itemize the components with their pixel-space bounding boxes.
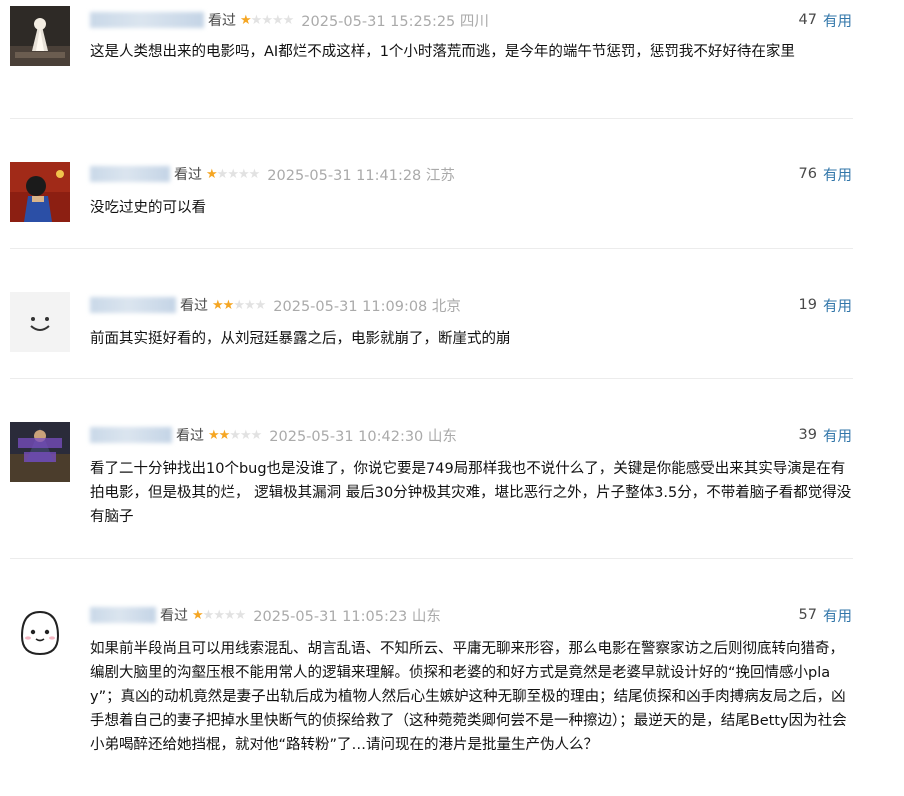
comment-time: 2025-05-31 10:42:30 山东 (269, 428, 457, 445)
comment-meta: 看过 ★ ★ ★ ★ ★ 2025-05-31 11:09:08 北京 (90, 293, 461, 317)
user-name[interactable] (90, 12, 204, 28)
vote-count: 19 (798, 297, 817, 313)
star-icon: ★ (239, 427, 252, 443)
comment-time: 2025-05-31 11:09:08 北京 (273, 298, 461, 315)
comment-meta: 看过 ★ ★ ★ ★ ★ 2025-05-31 15:25:25 四川 (90, 8, 489, 32)
star-icon: ★ (240, 12, 252, 28)
star-icon: ★ (218, 427, 231, 443)
comment-text: 前面其实挺好看的，从刘冠廷暴露之后，电影就崩了，断崖式的崩 (90, 331, 511, 347)
star-icon: ★ (202, 607, 215, 623)
rating-stars: ★ ★ ★ ★ ★ (206, 166, 261, 182)
avatar[interactable] (10, 162, 70, 222)
vote-area: 76 有用 (799, 162, 852, 186)
star-icon: ★ (212, 297, 224, 313)
vote-area: 47 有用 (799, 8, 852, 32)
star-icon: ★ (234, 607, 247, 623)
user-name[interactable] (90, 427, 172, 443)
avatar[interactable] (10, 6, 70, 66)
vote-count: 39 (798, 427, 817, 443)
vote-count: 47 (798, 12, 817, 28)
divider (10, 558, 853, 559)
star-icon: ★ (233, 297, 245, 313)
rating-stars: ★ ★ ★ ★ ★ (212, 297, 267, 313)
comment-meta: 看过 ★ ★ ★ ★ ★ 2025-05-31 11:05:23 山东 (90, 603, 441, 627)
star-icon: ★ (192, 607, 204, 623)
useful-button[interactable]: 有用 (823, 425, 852, 446)
star-icon: ★ (216, 166, 229, 182)
vote-count: 76 (798, 166, 817, 182)
comment-meta: 看过 ★ ★ ★ ★ ★ 2025-05-31 10:42:30 山东 (90, 423, 457, 447)
rating-stars: ★ ★ ★ ★ ★ (240, 12, 295, 28)
star-icon: ★ (282, 12, 295, 28)
comment-text: 看了二十分钟找出10个bug也是没谁了，你说它要是749局那样我也不说什么了，关… (90, 461, 852, 525)
star-icon: ★ (243, 297, 256, 313)
useful-button[interactable]: 有用 (823, 605, 852, 626)
divider (10, 248, 853, 249)
star-icon: ★ (206, 166, 218, 182)
avatar[interactable] (10, 602, 70, 662)
useful-button[interactable]: 有用 (823, 10, 852, 31)
star-icon: ★ (250, 427, 263, 443)
watch-status: 看过 (180, 298, 208, 314)
useful-button[interactable]: 有用 (823, 295, 852, 316)
star-icon: ★ (223, 607, 236, 623)
star-icon: ★ (208, 427, 220, 443)
star-icon: ★ (227, 166, 239, 182)
comment-time: 2025-05-31 15:25:25 四川 (301, 13, 489, 30)
comment-text: 没吃过史的可以看 (90, 200, 206, 216)
comment-time: 2025-05-31 11:41:28 江苏 (267, 167, 455, 184)
comment-text: 如果前半段尚且可以用线索混乱、胡言乱语、不知所云、平庸无聊来形容，那么电影在警察… (90, 641, 847, 753)
useful-button[interactable]: 有用 (823, 164, 852, 185)
star-icon: ★ (271, 12, 284, 28)
vote-area: 19 有用 (799, 293, 852, 317)
user-name[interactable] (90, 166, 170, 182)
comment-time: 2025-05-31 11:05:23 山东 (253, 608, 441, 625)
watch-status: 看过 (176, 428, 204, 444)
vote-count: 57 (798, 607, 817, 623)
watch-status: 看过 (174, 167, 202, 183)
vote-area: 39 有用 (799, 423, 852, 447)
rating-stars: ★ ★ ★ ★ ★ (208, 427, 263, 443)
star-icon: ★ (254, 297, 267, 313)
watch-status: 看过 (160, 608, 188, 624)
comment-meta: 看过 ★ ★ ★ ★ ★ 2025-05-31 11:41:28 江苏 (90, 162, 455, 186)
star-icon: ★ (250, 12, 263, 28)
divider (10, 378, 853, 379)
star-icon: ★ (261, 12, 273, 28)
star-icon: ★ (237, 166, 250, 182)
user-name[interactable] (90, 607, 156, 623)
comment-text: 这是人类想出来的电影吗，AI都烂不成这样，1个小时落荒而逃，是今年的端午节惩罚，… (90, 44, 795, 60)
avatar[interactable] (10, 422, 70, 482)
avatar[interactable] (10, 292, 70, 352)
star-icon: ★ (222, 297, 235, 313)
comment-list: 看过 ★ ★ ★ ★ ★ 2025-05-31 15:25:25 四川 47 有… (0, 0, 904, 796)
watch-status: 看过 (208, 13, 236, 29)
divider (10, 118, 853, 119)
star-icon: ★ (229, 427, 241, 443)
vote-area: 57 有用 (799, 603, 852, 627)
user-name[interactable] (90, 297, 176, 313)
rating-stars: ★ ★ ★ ★ ★ (192, 607, 247, 623)
star-icon: ★ (213, 607, 225, 623)
star-icon: ★ (248, 166, 261, 182)
